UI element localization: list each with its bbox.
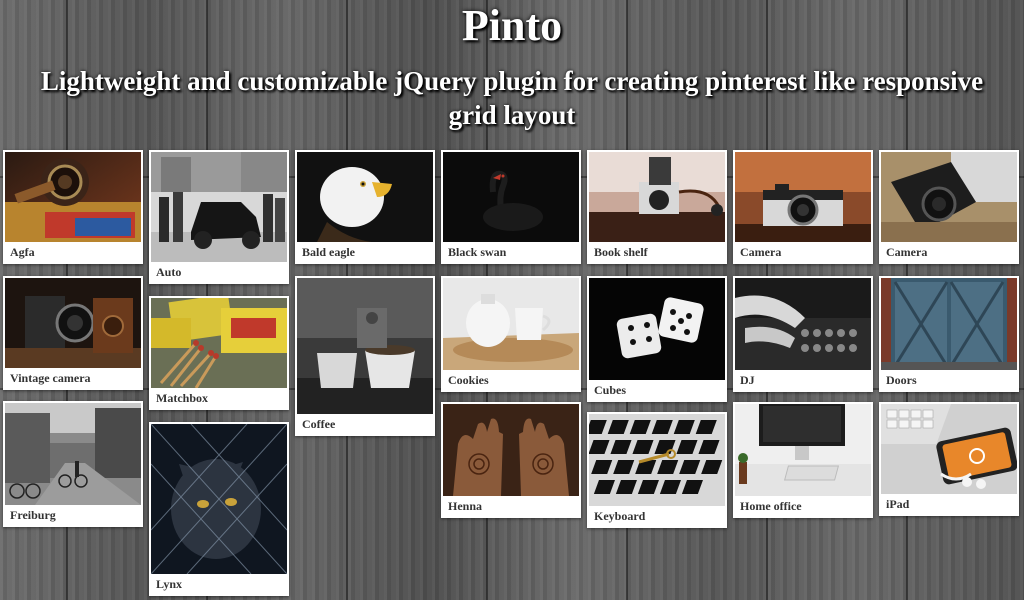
card-caption: Bald eagle [302,245,355,259]
grid-card-keyboard[interactable]: Keyboard [587,412,727,528]
card-image-coffee[interactable] [297,278,433,414]
card-image-ipad[interactable] [881,404,1017,494]
grid-card-coffee[interactable]: Coffee [295,276,435,436]
card-caption: Camera [886,245,928,259]
grid-card-vintage-camera[interactable]: Vintage camera [3,276,143,390]
grid-card-doors[interactable]: Doors [879,276,1019,392]
card-image-cubes[interactable] [589,278,725,380]
card-image-auto[interactable] [151,152,287,262]
card-caption: Henna [448,499,483,513]
card-caption: Agfa [10,245,35,259]
card-caption: Doors [886,373,917,387]
card-image-dj[interactable] [735,278,871,370]
card-caption: Book shelf [594,245,648,259]
grid-card-book-shelf[interactable]: Book shelf [587,150,727,264]
card-caption: iPad [886,497,910,511]
card-caption: Vintage camera [10,371,91,385]
card-caption: Cookies [448,373,489,387]
card-image-camera[interactable] [735,152,871,242]
card-image-camera-2[interactable] [881,152,1017,242]
card-caption: Lynx [156,577,183,591]
card-caption: Camera [740,245,782,259]
grid-card-black-swan[interactable]: Black swan [441,150,581,264]
card-image-doors[interactable] [881,278,1017,370]
grid-card-bald-eagle[interactable]: Bald eagle [295,150,435,264]
grid-card-cubes[interactable]: Cubes [587,276,727,402]
grid-card-cookies[interactable]: Cookies [441,276,581,392]
grid-card-dj[interactable]: DJ [733,276,873,392]
grid-card-auto[interactable]: Auto [149,150,289,284]
card-caption: Coffee [302,417,336,431]
card-image-lynx[interactable] [151,424,287,574]
grid-card-matchbox[interactable]: Matchbox [149,296,289,410]
card-caption: Keyboard [594,509,646,523]
card-image-bald-eagle[interactable] [297,152,433,242]
grid-card-ipad[interactable]: iPad [879,402,1019,516]
card-caption: Home office [740,499,802,513]
card-image-black-swan[interactable] [443,152,579,242]
card-caption: Black swan [448,245,507,259]
card-image-vintage-camera[interactable] [5,278,141,368]
card-image-keyboard[interactable] [589,414,725,506]
card-image-book-shelf[interactable] [589,152,725,242]
grid-card-home-office[interactable]: Home office [733,402,873,518]
grid-card-agfa[interactable]: Agfa [3,150,143,264]
card-image-home-office[interactable] [735,404,871,496]
card-caption: Matchbox [156,391,208,405]
card-caption: Auto [156,265,182,279]
pinterest-grid: Agfa Vintage camera Freiburg Auto Matchb… [0,0,1024,600]
card-caption: Freiburg [10,508,56,522]
card-caption: DJ [740,373,755,387]
card-caption: Cubes [594,383,627,397]
card-image-matchbox[interactable] [151,298,287,388]
grid-card-camera[interactable]: Camera [733,150,873,264]
grid-card-lynx[interactable]: Lynx [149,422,289,596]
card-image-freiburg[interactable] [5,403,141,505]
card-image-cookies[interactable] [443,278,579,370]
card-image-agfa[interactable] [5,152,141,242]
grid-card-henna[interactable]: Henna [441,402,581,518]
grid-card-camera-2[interactable]: Camera [879,150,1019,264]
grid-card-freiburg[interactable]: Freiburg [3,401,143,527]
card-image-henna[interactable] [443,404,579,496]
